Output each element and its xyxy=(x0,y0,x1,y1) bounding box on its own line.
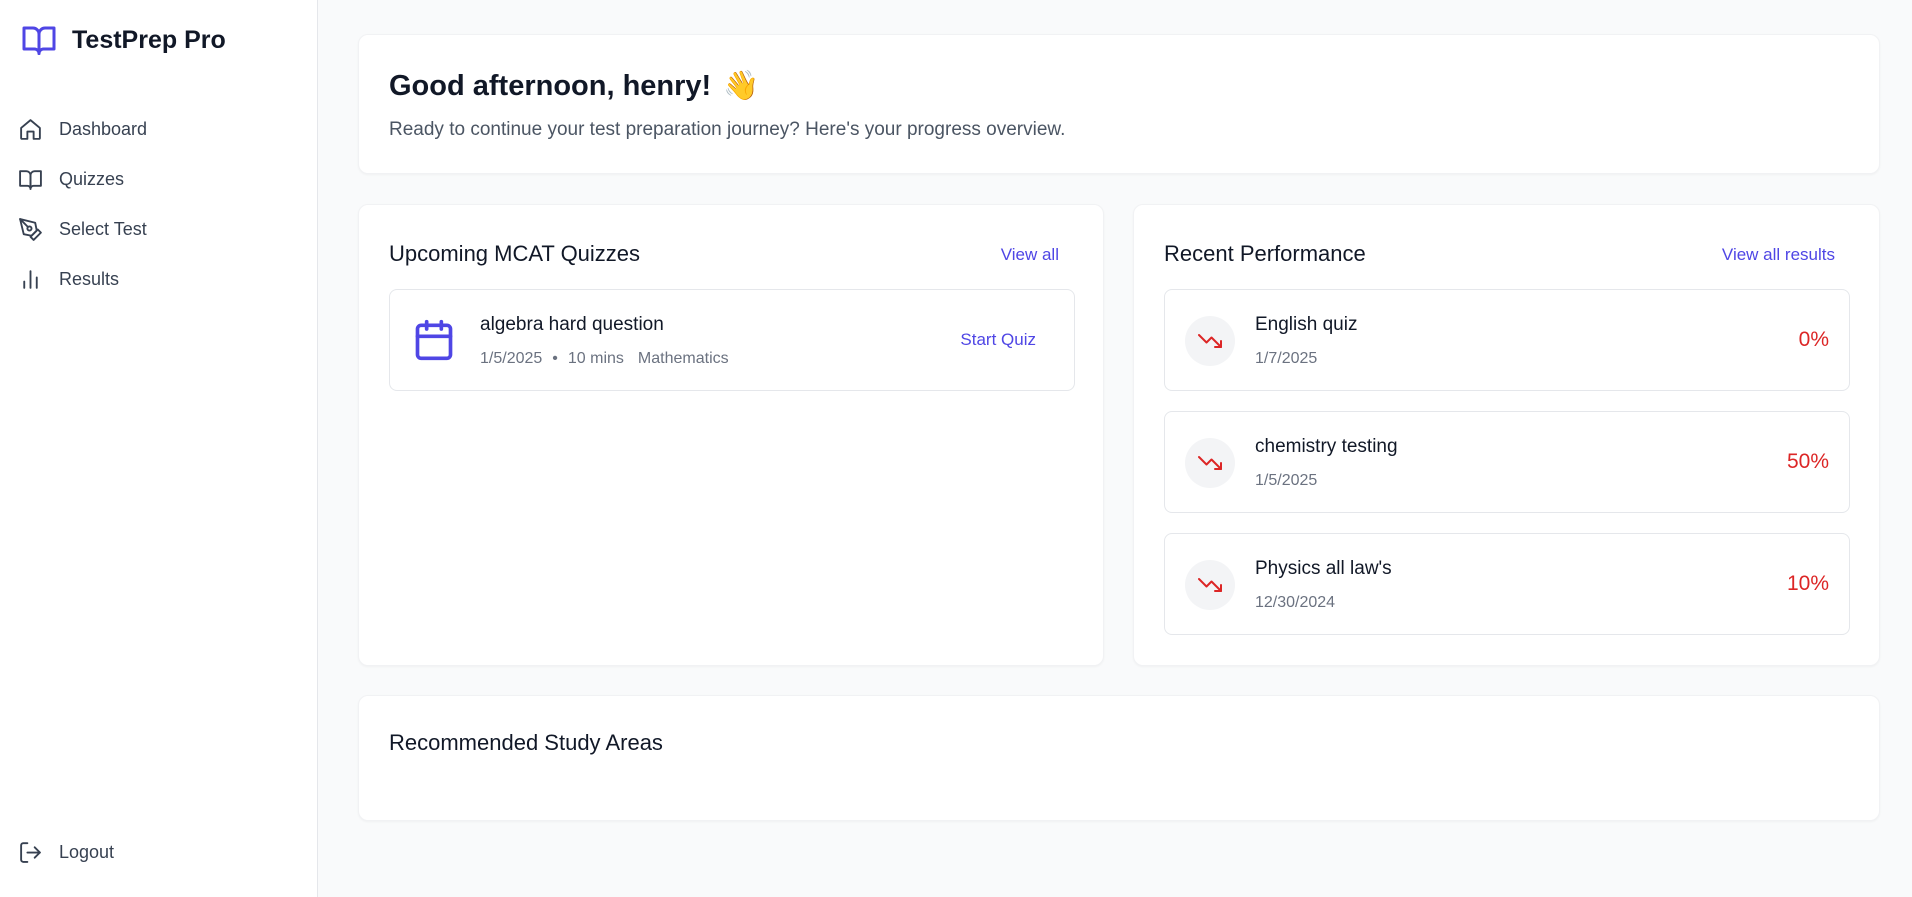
trending-down-icon xyxy=(1198,334,1222,348)
brand-title: TestPrep Pro xyxy=(72,25,226,54)
trending-down-icon-wrap xyxy=(1185,438,1235,488)
recent-performance-card: Recent Performance View all results Engl… xyxy=(1133,204,1880,666)
logout-button[interactable]: Logout xyxy=(18,840,114,865)
start-quiz-button[interactable]: Start Quiz xyxy=(960,330,1036,350)
greeting-title: Good afternoon, henry! 👋 xyxy=(389,69,759,103)
sidebar-item-quizzes[interactable]: Quizzes xyxy=(18,154,298,204)
logout-label: Logout xyxy=(59,842,115,862)
performance-list-item[interactable]: Physics all law's 12/30/2024 10% xyxy=(1164,533,1850,635)
performance-date: 1/5/2025 xyxy=(1255,472,1318,489)
quiz-meta: 1/5/2025 • 10 mins Mathematics xyxy=(480,350,729,368)
brand[interactable]: TestPrep Pro xyxy=(20,22,226,58)
performance-score: 50% xyxy=(1786,450,1829,473)
performance-date: 1/7/2025 xyxy=(1255,350,1318,367)
performance-score: 10% xyxy=(1786,572,1829,595)
view-all-quizzes-link[interactable]: View all xyxy=(1001,245,1059,265)
book-icon xyxy=(19,169,42,190)
upcoming-quizzes-card: Upcoming MCAT Quizzes View all algebra h… xyxy=(358,204,1104,666)
performance-date: 12/30/2024 xyxy=(1255,594,1336,611)
quiz-subject: Mathematics xyxy=(637,350,729,367)
quiz-title: algebra hard question xyxy=(480,314,664,335)
waving-hand-icon: 👋 xyxy=(723,70,760,102)
bar-chart-icon xyxy=(23,269,38,289)
recent-performance-title: Recent Performance xyxy=(1164,241,1366,266)
sidebar-item-results[interactable]: Results xyxy=(18,254,298,304)
sidebar-item-label: Select Test xyxy=(59,218,147,239)
performance-list-item[interactable]: chemistry testing 1/5/2025 50% xyxy=(1164,411,1850,513)
quiz-meta-separator: • xyxy=(552,350,558,367)
performance-title: chemistry testing xyxy=(1255,436,1398,457)
recommended-study-areas-card: Recommended Study Areas xyxy=(358,695,1880,821)
calendar-icon xyxy=(415,319,453,361)
trending-down-icon-wrap xyxy=(1185,316,1235,366)
sidebar-nav: Dashboard Quizzes Select Test Results xyxy=(18,104,298,304)
pen-tool-icon xyxy=(19,217,42,241)
upcoming-quizzes-title: Upcoming MCAT Quizzes xyxy=(389,241,641,266)
performance-title: Physics all law's xyxy=(1255,558,1392,579)
sidebar-item-label: Quizzes xyxy=(59,168,125,189)
quiz-date: 1/5/2025 xyxy=(480,350,543,367)
performance-list-item[interactable]: English quiz 1/7/2025 0% xyxy=(1164,289,1850,391)
trending-down-icon-wrap xyxy=(1185,560,1235,610)
sidebar-item-select-test[interactable]: Select Test xyxy=(18,204,298,254)
performance-score: 0% xyxy=(1798,328,1829,351)
logout-icon xyxy=(20,842,41,863)
recommended-study-areas-title: Recommended Study Areas xyxy=(389,730,663,755)
performance-title: English quiz xyxy=(1255,314,1358,335)
quiz-duration: 10 mins xyxy=(567,350,624,367)
trending-down-icon xyxy=(1198,456,1222,470)
trending-down-icon xyxy=(1198,578,1222,592)
sidebar: TestPrep Pro Dashboard Quizzes Select Te… xyxy=(0,0,318,897)
quiz-list-item: algebra hard question 1/5/2025 • 10 mins… xyxy=(389,289,1075,391)
view-all-results-link[interactable]: View all results xyxy=(1722,245,1835,265)
greeting-subtitle: Ready to continue your test preparation … xyxy=(389,119,1066,140)
sidebar-item-dashboard[interactable]: Dashboard xyxy=(18,104,298,154)
book-logo-icon xyxy=(22,26,56,55)
greeting-text: Good afternoon, henry! xyxy=(389,69,712,102)
sidebar-item-label: Results xyxy=(59,268,120,289)
greeting-card: Good afternoon, henry! 👋 Ready to contin… xyxy=(358,34,1880,174)
home-icon xyxy=(20,118,41,140)
sidebar-item-label: Dashboard xyxy=(59,118,148,139)
